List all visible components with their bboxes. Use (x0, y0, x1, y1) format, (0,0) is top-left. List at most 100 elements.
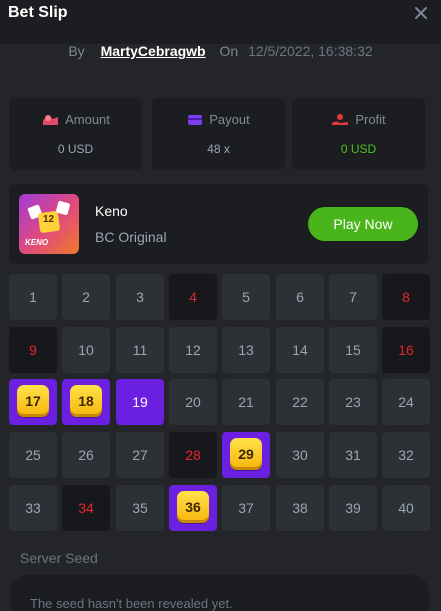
keno-cell-26: 26 (62, 432, 110, 478)
keno-cell-number: 37 (238, 500, 254, 516)
keno-cell-number: 25 (25, 447, 41, 463)
keno-cell-20: 20 (169, 379, 217, 425)
keno-cell-12: 12 (169, 327, 217, 373)
keno-cell-11: 11 (116, 327, 164, 373)
keno-cell-6: 6 (276, 274, 324, 320)
keno-cell-38: 38 (276, 485, 324, 531)
stat-profit: Profit 0 USD (292, 98, 425, 170)
keno-cell-19: 19 (116, 379, 164, 425)
close-icon[interactable] (413, 5, 429, 21)
keno-cell-32: 32 (382, 432, 430, 478)
keno-cell-14: 14 (276, 327, 324, 373)
server-seed-text: The seed hasn't been revealed yet. (30, 596, 233, 611)
keno-cell-18: 18 (62, 379, 110, 425)
keno-cell-number: 23 (345, 394, 361, 410)
keno-cell-17: 17 (9, 379, 57, 425)
keno-cell-25: 25 (9, 432, 57, 478)
by-label: By (68, 43, 85, 59)
keno-cell-4: 4 (169, 274, 217, 320)
username-link[interactable]: MartyCebragwb (101, 43, 206, 59)
keno-cell-number: 34 (78, 500, 94, 516)
keno-cell-number: 21 (238, 394, 254, 410)
keno-cell-number: 1 (29, 289, 37, 305)
keno-cell-number: 24 (398, 394, 414, 410)
keno-cell-number: 13 (238, 342, 254, 358)
keno-cell-number: 28 (185, 447, 201, 463)
keno-cell-37: 37 (222, 485, 270, 531)
keno-cell-number: 38 (292, 500, 308, 516)
keno-cell-number: 27 (132, 447, 148, 463)
server-seed-label: Server Seed (20, 550, 98, 566)
stat-profit-value: 0 USD (340, 142, 377, 156)
keno-cell-number: 30 (292, 447, 308, 463)
bet-meta: By MartyCebragwb On 12/5/2022, 16:38:32 (0, 43, 441, 59)
keno-cell-number: 40 (398, 500, 414, 516)
keno-cell-34: 34 (62, 485, 110, 531)
stat-payout-value: 48 x (207, 142, 230, 156)
play-now-button[interactable]: Play Now (308, 207, 418, 241)
keno-cell-number: 20 (185, 394, 201, 410)
keno-cell-13: 13 (222, 327, 270, 373)
keno-hit-gem: 36 (177, 491, 209, 523)
keno-cell-number: 32 (398, 447, 414, 463)
keno-cell-number: 35 (132, 500, 148, 516)
keno-cell-2: 2 (62, 274, 110, 320)
keno-cell-number: 22 (292, 394, 308, 410)
keno-cell-9: 9 (9, 327, 57, 373)
keno-cell-number: 6 (296, 289, 304, 305)
keno-cell-7: 7 (329, 274, 377, 320)
keno-thumbnail: 12 KENO (19, 194, 79, 254)
keno-cell-30: 30 (276, 432, 324, 478)
amount-icon (43, 115, 59, 125)
keno-cell-39: 39 (329, 485, 377, 531)
keno-cell-29: 29 (222, 432, 270, 478)
keno-cell-number: 11 (132, 342, 148, 358)
keno-cell-1: 1 (9, 274, 57, 320)
keno-cell-number: 39 (345, 500, 361, 516)
game-name: Keno (95, 203, 128, 219)
keno-cell-number: 4 (189, 289, 197, 305)
keno-hit-gem: 17 (17, 385, 49, 417)
keno-cell-27: 27 (116, 432, 164, 478)
keno-cell-number: 16 (398, 342, 414, 358)
keno-cell-number: 26 (78, 447, 94, 463)
game-card: 12 KENO Keno BC Original Play Now (9, 184, 428, 264)
bet-slip-title: Bet Slip (8, 4, 68, 21)
keno-cell-number: 7 (349, 289, 357, 305)
keno-cell-5: 5 (222, 274, 270, 320)
bet-datetime: 12/5/2022, 16:38:32 (248, 43, 373, 59)
keno-cell-number: 15 (345, 342, 361, 358)
keno-cell-number: 33 (25, 500, 41, 516)
stat-payout: Payout 48 x (152, 98, 285, 170)
keno-cell-number: 2 (82, 289, 90, 305)
profit-icon (332, 114, 349, 125)
keno-cell-number: 3 (136, 289, 144, 305)
keno-cell-3: 3 (116, 274, 164, 320)
keno-cell-number: 10 (78, 342, 94, 358)
bet-stats: Amount 0 USD Payout 48 x Profit 0 USD (9, 98, 430, 170)
keno-cell-number: 31 (345, 447, 361, 463)
bet-slip-header: Bet Slip (0, 0, 441, 44)
keno-cell-number: 5 (242, 289, 250, 305)
payout-icon (188, 115, 203, 125)
keno-cell-number: 19 (132, 394, 148, 410)
stat-amount-value: 0 USD (57, 142, 94, 156)
stat-amount: Amount 0 USD (9, 98, 142, 170)
keno-cell-22: 22 (276, 379, 324, 425)
keno-cell-21: 21 (222, 379, 270, 425)
keno-grid: 1 2 3 4 5 6 7 8 9 10 11 12 13 14 15 16 17 18 19 20 21 22 23 24 2… (9, 274, 430, 531)
keno-cell-28: 28 (169, 432, 217, 478)
game-subtitle: BC Original (95, 229, 167, 245)
keno-cell-23: 23 (329, 379, 377, 425)
keno-thumb-label: KENO (25, 238, 49, 247)
stat-amount-label: Amount (65, 112, 110, 127)
stat-profit-label: Profit (355, 112, 386, 127)
keno-cell-15: 15 (329, 327, 377, 373)
keno-cell-36: 36 (169, 485, 217, 531)
stat-payout-label: Payout (209, 112, 250, 127)
keno-cell-31: 31 (329, 432, 377, 478)
keno-cell-8: 8 (382, 274, 430, 320)
keno-cell-33: 33 (9, 485, 57, 531)
keno-hit-gem: 18 (70, 385, 102, 417)
keno-thumb-number: 12 (43, 214, 55, 225)
